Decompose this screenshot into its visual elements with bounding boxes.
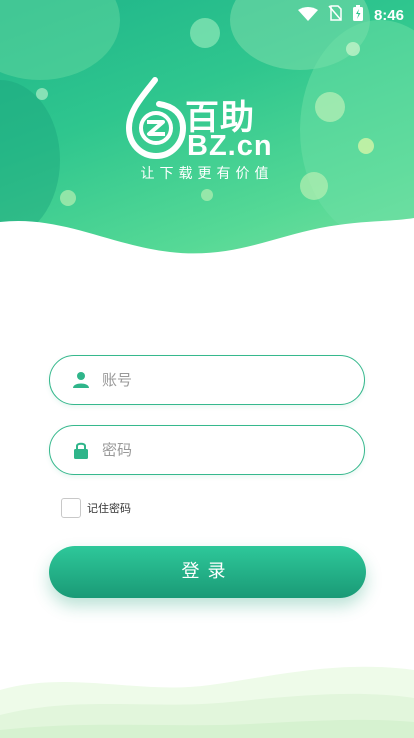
status-time: 8:46 — [373, 6, 404, 24]
password-input[interactable] — [100, 440, 324, 460]
remember-checkbox[interactable] — [61, 498, 81, 518]
app-logo: 百助 BZ.cn — [125, 72, 295, 172]
brand-tagline: 让下载更有价值 — [140, 166, 274, 182]
wifi-icon — [297, 6, 318, 25]
status-bar: 8:46 — [0, 0, 414, 30]
password-field[interactable] — [49, 425, 365, 475]
user-icon — [70, 369, 92, 391]
login-button[interactable]: 登录 — [49, 546, 366, 598]
remember-label: 记住密码 — [87, 502, 131, 515]
account-input[interactable] — [100, 370, 324, 390]
logo-drop-icon — [125, 77, 187, 160]
lock-icon — [70, 439, 92, 461]
account-field[interactable] — [49, 355, 365, 405]
remember-password[interactable]: 记住密码 — [61, 498, 131, 518]
no-sim-icon — [328, 5, 342, 25]
brand-name-en: BZ.cn — [187, 130, 273, 162]
battery-icon — [352, 4, 364, 26]
footer-wave — [0, 666, 414, 738]
